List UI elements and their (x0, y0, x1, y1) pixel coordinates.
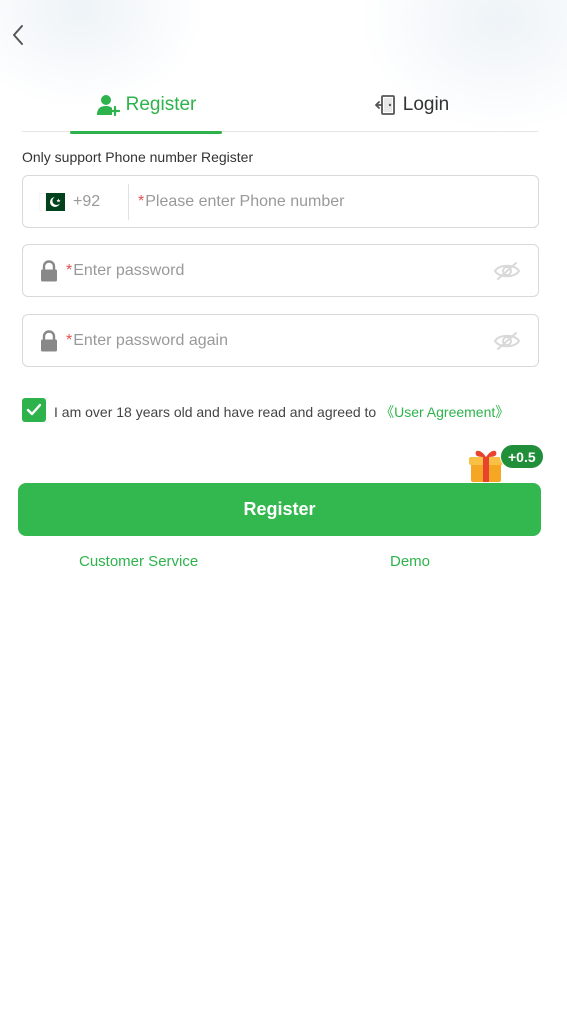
auth-tabs: Register Login (22, 78, 538, 134)
tab-login[interactable]: Login (352, 78, 472, 132)
agreement-statement: I am over 18 years old and have read and… (54, 404, 381, 420)
register-page: Register Login Only support Phone number… (0, 0, 567, 1024)
customer-service-link[interactable]: Customer Service (79, 553, 198, 570)
tab-login-label: Login (402, 94, 450, 115)
eye-off-icon[interactable] (492, 259, 522, 283)
password-field: * (22, 244, 539, 297)
required-mark: * (138, 192, 145, 210)
required-mark: * (66, 331, 73, 349)
demo-link[interactable]: Demo (390, 553, 430, 570)
password-input[interactable] (73, 245, 492, 296)
confirm-password-field: * (22, 314, 539, 367)
tab-register-label: Register (125, 94, 197, 115)
gift-icon (469, 450, 503, 482)
lock-icon (40, 259, 58, 282)
pakistan-flag-icon (39, 192, 65, 211)
back-button[interactable] (6, 22, 30, 48)
bonus-badge: +0.5 (500, 444, 544, 469)
tab-register[interactable]: Register (70, 78, 222, 134)
user-add-icon (96, 95, 120, 116)
phone-field: +92 * (22, 175, 539, 228)
agreement-text: I am over 18 years old and have read and… (54, 401, 524, 424)
agreement-checkbox[interactable] (22, 398, 46, 422)
chevron-left-icon (13, 25, 23, 45)
eye-off-icon[interactable] (492, 329, 522, 353)
country-code-selector[interactable]: +92 (23, 183, 129, 220)
register-button[interactable]: Register (18, 483, 541, 536)
register-hint: Only support Phone number Register (22, 149, 254, 165)
phone-input[interactable] (145, 176, 538, 227)
door-exit-icon (374, 95, 395, 115)
checkmark-icon (26, 403, 42, 416)
confirm-password-input[interactable] (73, 315, 492, 366)
country-code: +92 (73, 192, 101, 210)
lock-icon (40, 329, 58, 352)
required-mark: * (66, 261, 73, 279)
user-agreement-link[interactable]: 《User Agreement》 (380, 404, 509, 420)
